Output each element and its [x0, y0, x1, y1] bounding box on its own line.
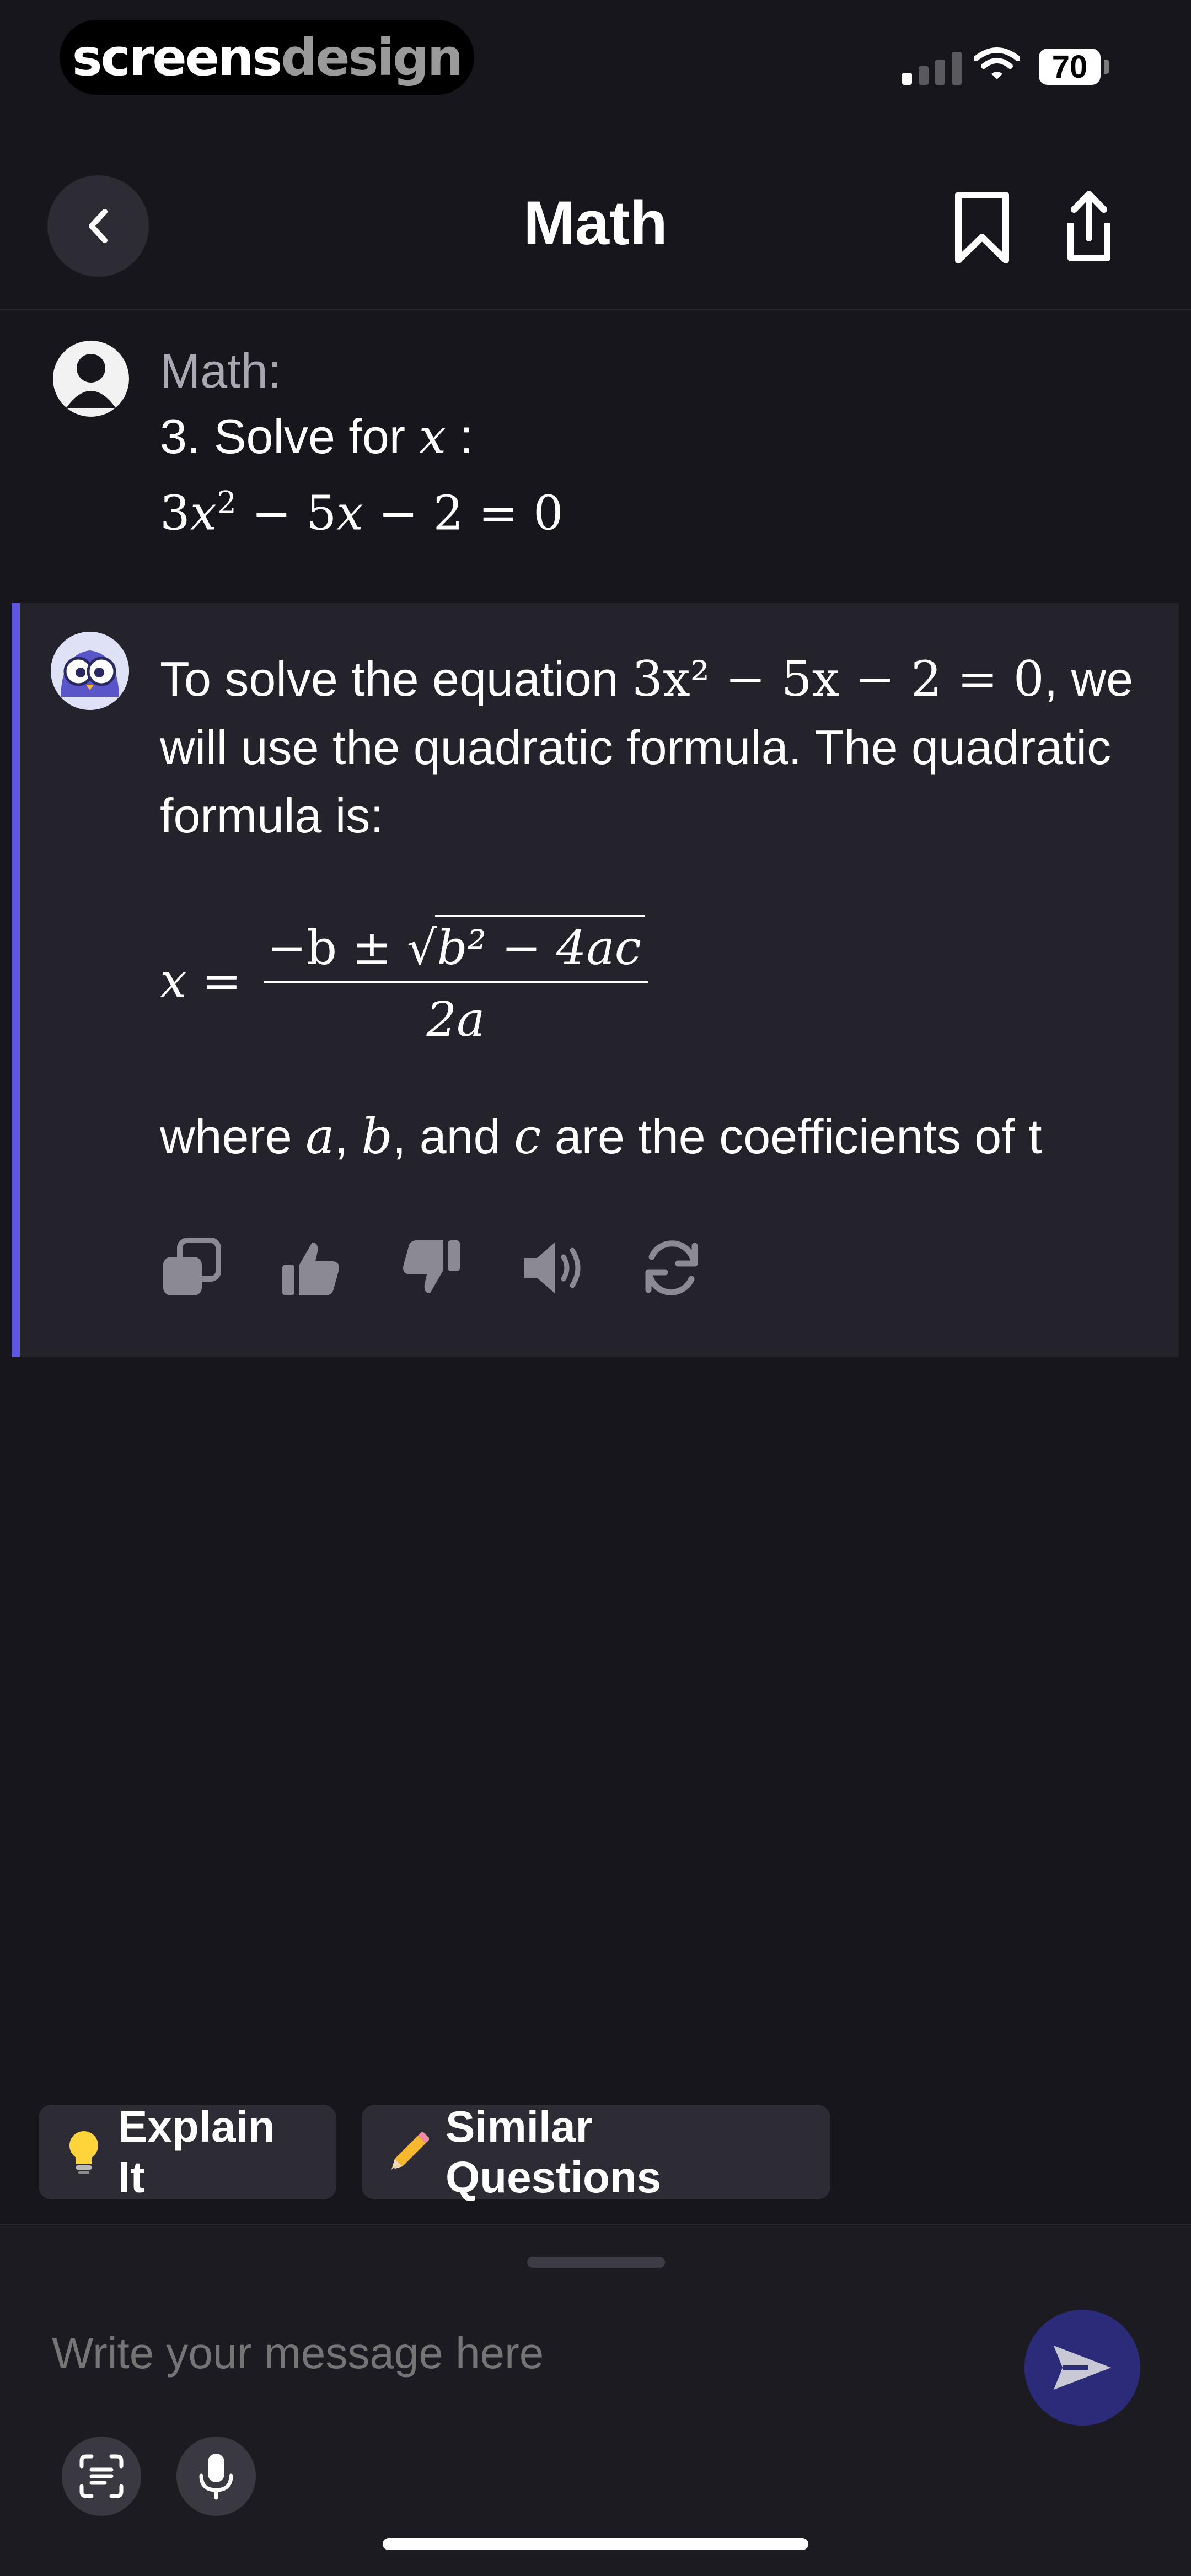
lightbulb-icon: [66, 2129, 101, 2175]
regenerate-icon[interactable]: [641, 1235, 761, 1301]
ai-intro-before: To solve the equation: [160, 652, 632, 706]
microphone-icon: [199, 2454, 233, 2500]
send-button[interactable]: [1024, 2310, 1140, 2426]
message-composer: [0, 2224, 1191, 2576]
user-message-label: Math:: [160, 343, 282, 398]
brand-watermark: screens design: [60, 20, 474, 95]
similar-questions-label: Similar Questions: [446, 2102, 662, 2202]
composer-drag-handle[interactable]: [527, 2257, 665, 2268]
question-prefix: 3. Solve for: [160, 409, 419, 464]
question-suffix: :: [446, 409, 474, 464]
wifi-icon: [973, 46, 1021, 84]
thumbs-down-icon[interactable]: [400, 1235, 521, 1301]
ai-intro-equation: 3x² − 5x − 2 = 0: [632, 650, 1044, 707]
microphone-button[interactable]: [176, 2437, 256, 2516]
message-input[interactable]: [51, 2327, 963, 2379]
formula-lhs: x =: [160, 954, 242, 1009]
cellular-signal-icon: [902, 50, 962, 85]
battery-level: 70: [1039, 49, 1101, 85]
explain-it-label: Explain It: [118, 2102, 275, 2202]
formula-radicand: b² − 4ac: [434, 915, 645, 976]
home-indicator: [383, 2538, 808, 2550]
brand-part2: design: [281, 28, 463, 87]
ai-where-text: where a, b, and c are the coefficients o…: [160, 1108, 1042, 1165]
formula-numerator-prefix: −b ± √: [266, 921, 437, 976]
user-icon: [66, 354, 116, 408]
ai-answer-accent-bar: [12, 603, 20, 1357]
answer-actions: [160, 1235, 761, 1301]
battery-nub: [1104, 60, 1109, 74]
user-equation: 3x2 − 5x − 2 = 0: [160, 485, 564, 541]
copy-icon[interactable]: [160, 1235, 280, 1301]
formula-denominator: 2a: [426, 992, 485, 1047]
scan-text-button[interactable]: [62, 2437, 141, 2516]
question-variable: x: [419, 408, 447, 465]
pencil-icon: [389, 2132, 429, 2172]
explain-it-button[interactable]: Explain It: [39, 2102, 336, 2202]
scan-text-icon: [79, 2454, 124, 2498]
similar-questions-button[interactable]: Similar Questions: [362, 2102, 830, 2202]
ai-intro-text: To solve the equation 3x² − 5x − 2 = 0, …: [160, 645, 1141, 850]
speaker-icon[interactable]: [521, 1235, 641, 1301]
formula-fraction: −b ± √b² − 4ac 2a: [263, 915, 648, 1047]
thumbs-up-icon[interactable]: [280, 1235, 400, 1301]
user-avatar: [53, 341, 129, 417]
brand-part1: screens: [72, 28, 283, 87]
header-divider: [0, 309, 1191, 310]
owl-avatar-icon: [51, 632, 129, 710]
quadratic-formula: x = −b ± √b² − 4ac 2a: [160, 910, 648, 1053]
page-title: Math: [523, 189, 668, 257]
user-question: 3. Solve for x :: [160, 408, 473, 465]
share-icon[interactable]: [1059, 187, 1119, 267]
bookmark-icon[interactable]: [952, 190, 1012, 270]
send-icon: [1054, 2346, 1111, 2390]
